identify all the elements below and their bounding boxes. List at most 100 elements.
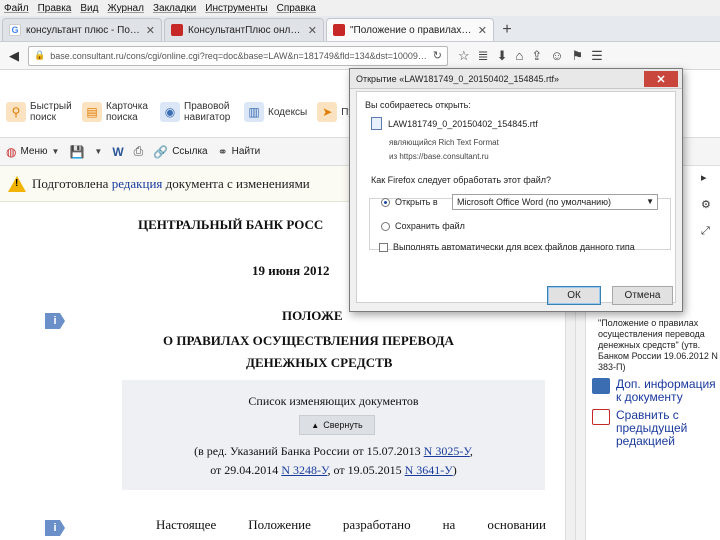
quick-search-button[interactable]: ⚲ Быстрый поиск bbox=[6, 101, 72, 123]
tab-regulation[interactable]: "Положение о правилах … ✕ bbox=[326, 18, 494, 41]
save-file-label: Сохранить файл bbox=[395, 221, 465, 231]
amendments-title: Список изменяющих документов bbox=[248, 394, 419, 408]
menu-file[interactable]: Файл bbox=[4, 3, 29, 14]
save-file-radio[interactable]: Сохранить файл bbox=[381, 221, 465, 231]
info-icon bbox=[592, 378, 610, 394]
menu-bar: Файл Правка Вид Журнал Закладки Инструме… bbox=[0, 0, 720, 16]
collapse-label: Свернуть bbox=[323, 420, 363, 430]
menu-edit[interactable]: Правка bbox=[38, 3, 72, 14]
edition-link[interactable]: редакция bbox=[112, 176, 163, 191]
legal-navigator-button[interactable]: ◉ Правовой навигатор bbox=[160, 101, 234, 123]
menu-help[interactable]: Справка bbox=[277, 3, 316, 14]
amendment-link[interactable]: N 3025-У bbox=[424, 444, 470, 458]
search-card-button[interactable]: ▤ Карточка поиска bbox=[82, 101, 150, 123]
paragraph-word: разработано bbox=[342, 517, 411, 532]
tab-title: консультант плюс - Поис… bbox=[26, 24, 141, 36]
menu-bookmarks[interactable]: Закладки bbox=[153, 3, 196, 14]
tab-consultant-online[interactable]: КонсультантПлюс онлай… ✕ bbox=[164, 18, 324, 41]
file-row: LAW181749_0_20150402_154845.rtf bbox=[371, 117, 538, 130]
auto-action-label: Выполнять автоматически для всех файлов … bbox=[393, 242, 635, 252]
extra-info-link[interactable]: Доп. информация к документу bbox=[592, 378, 720, 404]
google-favicon-icon: G bbox=[9, 24, 21, 36]
close-tab-icon[interactable]: ✕ bbox=[308, 24, 317, 37]
search-card-label: Карточка поиска bbox=[106, 101, 148, 123]
application-select[interactable]: Microsoft Office Word (по умолчанию) ▼ bbox=[452, 194, 658, 210]
warning-icon bbox=[8, 175, 26, 192]
download-icon[interactable]: ⬇ bbox=[497, 48, 508, 64]
close-icon[interactable]: ✕ bbox=[644, 71, 678, 87]
chat-icon[interactable]: ☺ bbox=[550, 48, 563, 64]
settings-icon[interactable]: ⚙ bbox=[701, 198, 711, 211]
back-icon[interactable]: ◀ bbox=[4, 46, 24, 66]
tab-search[interactable]: G консультант плюс - Поис… ✕ bbox=[2, 18, 162, 41]
bookmark-star-icon[interactable]: ☆ bbox=[458, 48, 470, 64]
action-prompt: Как Firefox следует обработать этот файл… bbox=[371, 175, 552, 185]
warning-text-end: документа с изменениями bbox=[162, 175, 310, 191]
share-icon[interactable]: ⇪ bbox=[531, 48, 542, 64]
home-icon[interactable]: ⌂ bbox=[515, 48, 523, 64]
codexes-button[interactable]: ▥ Кодексы bbox=[244, 102, 307, 122]
extra-info-label: Доп. информация к документу bbox=[616, 377, 716, 404]
open-prompt: Вы собираетесь открыть: bbox=[365, 100, 471, 110]
consultant-favicon-icon bbox=[333, 24, 345, 36]
warning-text: Подготовлена редакция документа с измене… bbox=[32, 176, 310, 192]
find-button[interactable]: ⚭ Найти bbox=[218, 145, 261, 159]
ok-button[interactable]: ОК bbox=[547, 286, 601, 305]
find-button-label: Найти bbox=[231, 146, 261, 157]
application-value: Microsoft Office Word (по умолчанию) bbox=[457, 197, 611, 207]
amendment-text: , от 19.05.2015 bbox=[327, 463, 405, 477]
warning-text-start: Подготовлена bbox=[32, 175, 112, 191]
paragraph-word: Настоящее bbox=[156, 517, 217, 532]
magnifier-icon: ⚲ bbox=[6, 102, 26, 122]
link-button[interactable]: 🔗 Ссылка bbox=[153, 145, 207, 159]
document-date: 19 июня 2012 bbox=[252, 263, 330, 278]
paragraph-word: Положение bbox=[248, 517, 311, 532]
address-bar[interactable]: 🔒 base.consultant.ru/cons/cgi/online.cgi… bbox=[28, 45, 448, 66]
collapse-panel-icon[interactable]: ▸ bbox=[701, 171, 711, 184]
reading-list-icon[interactable]: ≣ bbox=[478, 48, 489, 64]
cancel-button[interactable]: Отмена bbox=[612, 286, 673, 305]
checkbox[interactable] bbox=[379, 242, 388, 252]
compare-link[interactable]: Сравнить с предыдущей редакцией bbox=[592, 409, 720, 448]
codexes-label: Кодексы bbox=[268, 106, 308, 118]
menu-button[interactable]: ◍ Меню ▼ bbox=[6, 145, 59, 159]
info-icon[interactable]: i bbox=[45, 520, 65, 536]
expand-icon[interactable]: ⤢ bbox=[701, 225, 711, 238]
radio-unselected[interactable] bbox=[381, 221, 390, 231]
info-icon[interactable]: i bbox=[45, 313, 65, 329]
paragraph-word: на bbox=[442, 517, 456, 532]
close-tab-icon[interactable]: ✕ bbox=[478, 24, 487, 37]
chevron-down-icon: ▼ bbox=[51, 147, 60, 156]
amendment-link[interactable]: N 3641-У bbox=[405, 463, 453, 477]
radio-selected[interactable] bbox=[381, 197, 390, 207]
save-icon[interactable]: 💾 bbox=[69, 145, 84, 159]
right-panel-icons: ▸ ⚙ ⤢ bbox=[701, 171, 711, 238]
navigator-icon: ◉ bbox=[160, 102, 180, 122]
open-with-radio[interactable]: Открыть в bbox=[381, 197, 438, 207]
amendment-text: (в ред. Указаний Банка России от 15.07.2… bbox=[194, 444, 424, 458]
binoculars-icon: ⚭ bbox=[217, 144, 228, 159]
print-icon[interactable]: ⎙ bbox=[134, 144, 144, 159]
close-tab-icon[interactable]: ✕ bbox=[146, 24, 155, 37]
reload-icon[interactable]: ↻ bbox=[433, 49, 442, 62]
consultant-logo-icon: ◍ bbox=[6, 144, 17, 159]
chevron-down-icon[interactable]: ▼ bbox=[94, 147, 102, 156]
amendments-box: Список изменяющих документов ▲ Свернуть … bbox=[122, 380, 545, 490]
menu-hamburger-icon[interactable]: ☰ bbox=[591, 48, 603, 64]
rtf-file-icon bbox=[371, 117, 382, 130]
legal-navigator-label: Правовой навигатор bbox=[184, 101, 231, 123]
auto-action-checkbox[interactable]: Выполнять автоматически для всех файлов … bbox=[379, 242, 635, 252]
menu-tools[interactable]: Инструменты bbox=[205, 3, 267, 14]
file-open-dialog: Открытие «LAW181749_0_20150402_154845.rt… bbox=[349, 68, 683, 312]
document-title-2: О ПРАВИЛАХ ОСУЩЕСТВЛЕНИЯ ПЕРЕВОДА bbox=[163, 333, 454, 348]
collapse-button[interactable]: ▲ Свернуть bbox=[299, 415, 375, 435]
amendment-link[interactable]: N 3248-У bbox=[281, 463, 327, 477]
compare-label: Сравнить с предыдущей редакцией bbox=[616, 408, 688, 448]
tab-title: КонсультантПлюс онлай… bbox=[188, 24, 303, 36]
menu-view[interactable]: Вид bbox=[80, 3, 98, 14]
new-tab-button[interactable]: + bbox=[496, 19, 518, 41]
flag-icon[interactable]: ⚑ bbox=[572, 48, 584, 64]
navigation-bar: ◀ 🔒 base.consultant.ru/cons/cgi/online.c… bbox=[0, 42, 720, 70]
word-icon[interactable]: W bbox=[112, 145, 123, 159]
menu-history[interactable]: Журнал bbox=[107, 3, 144, 14]
